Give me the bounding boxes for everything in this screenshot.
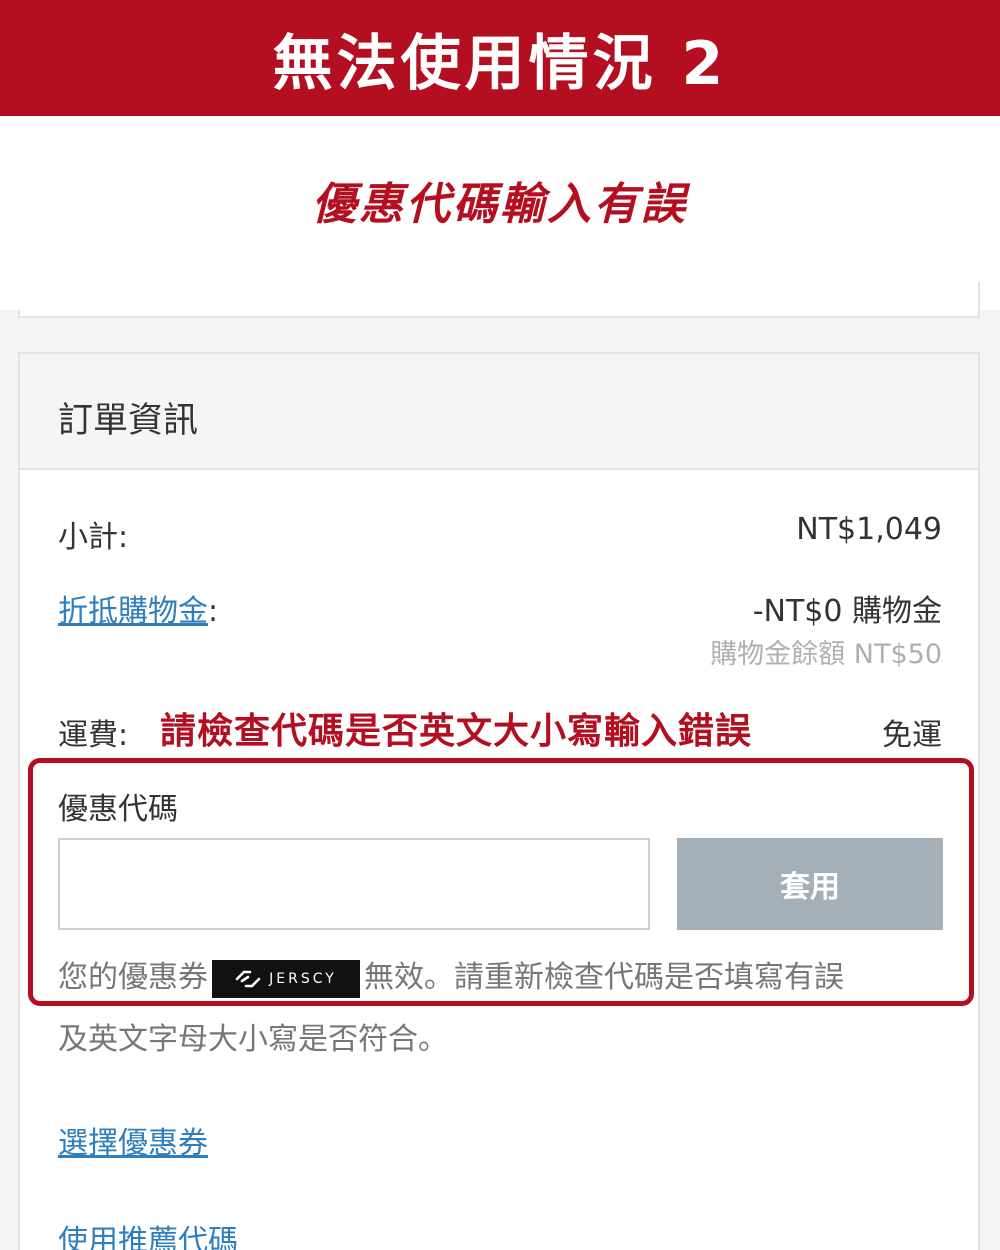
shipping-value: 免運	[882, 718, 942, 753]
coupon-code-input[interactable]	[58, 838, 650, 930]
store-credit-row: 折抵購物金:	[58, 586, 218, 630]
store-credit-value: -NT$0 購物金	[752, 594, 942, 629]
store-credit-link[interactable]: 折抵購物金	[58, 594, 208, 629]
subtotal-label: 小計:	[58, 520, 129, 555]
subtotal-value: NT$1,049	[796, 512, 942, 547]
apply-coupon-button[interactable]: 套用	[677, 838, 943, 930]
error-prefix: 您的優惠券	[58, 960, 208, 995]
coupon-label: 優惠代碼	[58, 792, 178, 827]
subtitle: 優惠代碼輸入有誤	[312, 179, 688, 230]
error-suffix: 無效。請重新檢查代碼是否填寫有誤	[364, 960, 844, 995]
title-banner: 無法使用情況 2	[0, 0, 1000, 116]
store-credit-balance: 購物金餘額 NT$50	[710, 639, 942, 670]
jerscy-logo-icon	[235, 970, 261, 987]
coupon-code-badge: JERSCY	[212, 959, 360, 998]
shipping-label: 運費:	[58, 718, 129, 753]
store-credit-colon: :	[208, 594, 219, 629]
coupon-error-line2: 及英文字母大小寫是否符合。	[58, 1022, 448, 1057]
banner-title: 無法使用情況 2	[272, 28, 728, 99]
coupon-code-text: JERSCY	[269, 970, 337, 987]
case-annotation: 請檢查代碼是否英文大小寫輸入錯誤	[160, 711, 753, 752]
order-info-title: 訂單資訊	[58, 401, 199, 441]
card-header: 訂單資訊	[20, 354, 978, 470]
choose-coupon-link[interactable]: 選擇優惠券	[58, 1118, 208, 1162]
coupon-error-message: 您的優惠券 JERSCY 無效。請重新檢查代碼是否填寫有誤	[58, 952, 844, 998]
referral-code-link[interactable]: 使用推薦代碼	[58, 1216, 238, 1250]
